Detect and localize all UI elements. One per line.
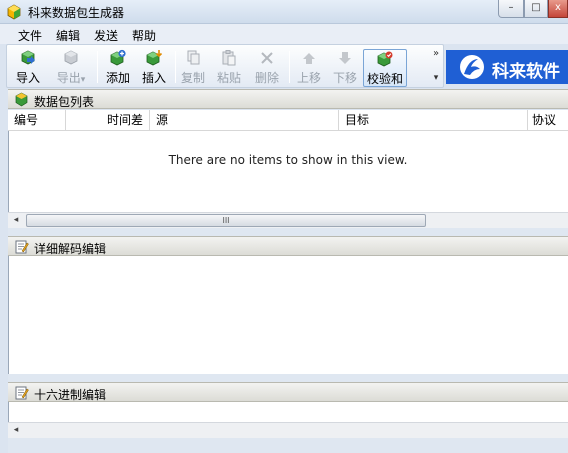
import-button[interactable]: 导入 — [11, 49, 45, 87]
brand-logo: 科来软件 — [446, 50, 568, 84]
toolbar-separator — [175, 51, 176, 83]
move-down-button[interactable]: 下移 — [329, 49, 361, 87]
column-destination[interactable]: 目标 — [339, 110, 528, 131]
app-logo-icon — [7, 4, 21, 20]
packet-list-hscrollbar[interactable]: ◂ III — [8, 212, 568, 228]
toolbar-separator — [289, 51, 290, 83]
menu-edit[interactable]: 编辑 — [56, 27, 80, 44]
hex-panel-title: 十六进制编辑 — [34, 388, 107, 402]
brand-logo-icon — [460, 55, 484, 79]
title-bar: 科来数据包生成器 – □ x — [0, 0, 568, 24]
paste-icon — [222, 50, 236, 66]
window-title: 科来数据包生成器 — [28, 6, 125, 20]
hex-panel-hscrollbar[interactable]: ◂ — [8, 422, 568, 438]
menu-bar: 文件 编辑 发送 帮助 — [0, 24, 568, 44]
minimize-button[interactable]: – — [498, 0, 524, 18]
delete-button[interactable]: 删除 — [251, 49, 283, 87]
toolbar-separator — [97, 51, 98, 83]
import-icon — [21, 50, 35, 65]
insert-packet-icon — [146, 50, 163, 66]
paste-button[interactable]: 粘贴 — [213, 49, 245, 87]
menu-help[interactable]: 帮助 — [132, 27, 156, 44]
decode-panel-header: 详细解码编辑 — [8, 236, 568, 256]
delete-icon — [261, 52, 273, 64]
export-button[interactable]: 导出▾ — [51, 49, 91, 87]
maximize-button[interactable]: □ — [524, 0, 548, 18]
scroll-left-icon[interactable]: ◂ — [8, 423, 24, 438]
menu-file[interactable]: 文件 — [18, 27, 42, 44]
brand-logo-text: 科来软件 — [492, 62, 560, 82]
insert-button[interactable]: 插入 — [137, 49, 171, 87]
add-packet-icon — [110, 49, 126, 66]
packet-list-title: 数据包列表 — [34, 95, 95, 109]
menu-send[interactable]: 发送 — [94, 27, 118, 44]
move-down-icon — [339, 52, 351, 64]
copy-button[interactable]: 复制 — [177, 49, 209, 87]
move-up-button[interactable]: 上移 — [293, 49, 325, 87]
status-area — [8, 438, 568, 453]
export-dropdown-arrow[interactable]: ▾ — [81, 75, 86, 85]
column-source[interactable]: 源 — [150, 110, 339, 131]
column-time-delta[interactable]: 时间差 — [66, 110, 150, 131]
decode-editor[interactable] — [8, 256, 568, 374]
column-number[interactable]: 编号 — [8, 110, 66, 131]
empty-list-message: There are no items to show in this view. — [168, 153, 408, 167]
edit-document-icon — [15, 240, 29, 254]
packet-list-header: 数据包列表 — [8, 89, 568, 109]
column-protocol[interactable]: 协议 — [528, 110, 568, 131]
hex-panel-header: 十六进制编辑 — [8, 382, 568, 402]
packet-list-icon — [15, 92, 28, 107]
checksum-icon — [377, 51, 393, 67]
overflow-chevron-icon: » — [432, 48, 440, 59]
copy-icon — [187, 50, 200, 65]
toolbar-overflow[interactable]: » ▾ — [430, 48, 442, 88]
add-button[interactable]: 添加 — [101, 49, 135, 87]
overflow-dropdown-icon: ▾ — [433, 73, 439, 83]
scroll-left-icon[interactable]: ◂ — [8, 213, 24, 228]
edit-document-icon — [15, 386, 29, 400]
checksum-button[interactable]: 校验和 — [363, 49, 407, 87]
hex-editor[interactable] — [8, 402, 568, 422]
splitter[interactable] — [8, 228, 568, 236]
packet-list-column-header: 编号 时间差 源 目标 协议 — [8, 110, 568, 131]
splitter[interactable] — [8, 374, 568, 382]
export-icon — [64, 50, 78, 65]
decode-panel-title: 详细解码编辑 — [34, 242, 107, 256]
scroll-thumb[interactable]: III — [26, 214, 426, 227]
toolbar: 导入 导出▾ 添加 插入 复制 粘贴 删除 上移 下移 校验和 — [6, 44, 444, 88]
close-button[interactable]: x — [548, 0, 568, 18]
move-up-icon — [303, 53, 315, 64]
